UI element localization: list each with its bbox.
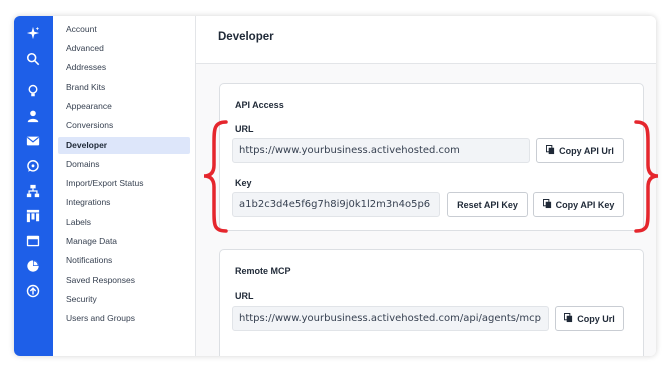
apps-icon[interactable]	[22, 280, 44, 302]
reports-icon[interactable]	[22, 255, 44, 277]
api-access-card: API Access URL https://www.yourbusiness.…	[219, 83, 644, 231]
menu-item-account[interactable]: Account	[58, 21, 190, 38]
menu-item-addresses[interactable]: Addresses	[58, 59, 190, 76]
page-title: Developer	[218, 31, 274, 43]
api-url-field[interactable]: https://www.yourbusiness.activehosted.co…	[232, 138, 530, 163]
menu-item-labels[interactable]: Labels	[58, 214, 190, 231]
api-key-field[interactable]: a1b2c3d4e5f6g7h8i9j0k1l2m3n4o5p6	[232, 192, 440, 217]
copy-api-key-button[interactable]: Copy API Key	[533, 192, 624, 217]
copy-api-key-label: Copy API Key	[555, 199, 615, 210]
menu-item-notifications[interactable]: Notifications	[58, 252, 190, 269]
settings-menu: Account Advanced Addresses Brand Kits Ap…	[53, 16, 196, 356]
email-icon[interactable]	[22, 130, 44, 152]
api-key-label: Key	[235, 178, 252, 188]
menu-item-conversions[interactable]: Conversions	[58, 117, 190, 134]
menu-item-domains[interactable]: Domains	[58, 156, 190, 173]
api-url-label: URL	[235, 124, 254, 134]
copy-mcp-url-label: Copy Url	[577, 313, 615, 324]
copy-api-url-label: Copy API Url	[559, 145, 614, 156]
automations-icon[interactable]	[22, 180, 44, 202]
menu-item-security[interactable]: Security	[58, 291, 190, 308]
left-highlight-brace	[203, 120, 228, 233]
sparkle-icon[interactable]	[22, 22, 44, 44]
icon-rail	[14, 16, 53, 356]
app-window: Account Advanced Addresses Brand Kits Ap…	[14, 16, 656, 356]
menu-item-developer[interactable]: Developer	[58, 137, 190, 154]
whatsapp-icon[interactable]	[22, 155, 44, 177]
menu-item-import-export-status[interactable]: Import/Export Status	[58, 175, 190, 192]
copy-api-url-button[interactable]: Copy API Url	[536, 138, 624, 163]
page-header: Developer	[196, 16, 656, 64]
menu-item-appearance[interactable]: Appearance	[58, 98, 190, 115]
api-access-title: API Access	[235, 100, 284, 110]
reset-api-key-label: Reset API Key	[457, 199, 518, 210]
menu-item-advanced[interactable]: Advanced	[58, 40, 190, 57]
copy-icon	[546, 144, 555, 157]
contacts-icon[interactable]	[22, 105, 44, 127]
menu-item-users-and-groups[interactable]: Users and Groups	[58, 310, 190, 327]
copy-icon	[542, 198, 552, 211]
search-icon[interactable]	[22, 48, 44, 70]
mcp-url-field[interactable]: https://www.yourbusiness.activehosted.co…	[232, 306, 549, 331]
menu-item-manage-data[interactable]: Manage Data	[58, 233, 190, 250]
remote-mcp-card: Remote MCP URL https://www.yourbusiness.…	[219, 249, 644, 356]
mcp-url-label: URL	[235, 291, 254, 301]
menu-item-saved-responses[interactable]: Saved Responses	[58, 272, 190, 289]
menu-item-brand-kits[interactable]: Brand Kits	[58, 79, 190, 96]
pipelines-icon[interactable]	[22, 205, 44, 227]
lightbulb-icon[interactable]	[22, 80, 44, 102]
main-content: Developer API Access URL https://www.you…	[196, 16, 656, 356]
menu-item-integrations[interactable]: Integrations	[58, 194, 190, 211]
right-highlight-brace	[634, 120, 659, 233]
copy-icon	[564, 312, 573, 325]
copy-mcp-url-button[interactable]: Copy Url	[555, 306, 624, 331]
reset-api-key-button[interactable]: Reset API Key	[447, 192, 528, 217]
remote-mcp-title: Remote MCP	[235, 266, 291, 276]
website-icon[interactable]	[22, 230, 44, 252]
